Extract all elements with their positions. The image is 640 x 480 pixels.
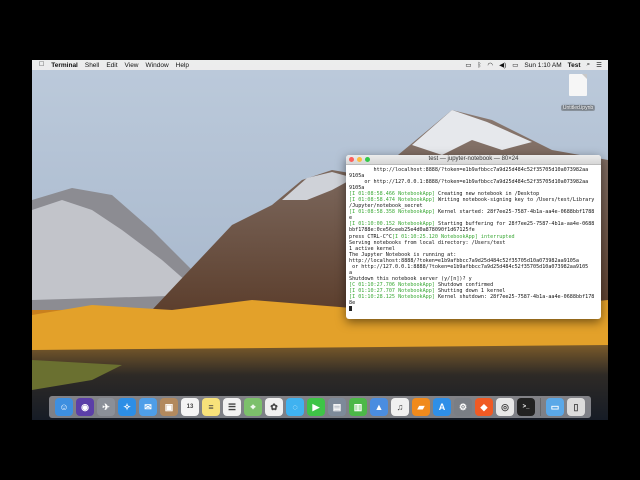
dock: ☺ ◉ ✈ ✧ ✉ ▣ 13 ≡ ☰ ⌖ ✿ ◌ ▶ ▤ ▥ ▲ ♫ ▰ A ⚙ ◆ ◎ >_ ▭ ▯ (49, 396, 591, 418)
terminal-window[interactable]: test — jupyter-notebook — 80×24 http://l… (346, 155, 601, 319)
terminal-line: or http://127.0.0.1:8888/?token=e1b9afbb… (349, 264, 598, 270)
trash-icon[interactable]: ▯ (567, 398, 585, 416)
facetime-icon[interactable]: ▶ (307, 398, 325, 416)
launchpad-icon[interactable]: ✈ (97, 398, 115, 416)
terminal-icon[interactable]: >_ (517, 398, 535, 416)
terminal-output[interactable]: http://localhost:8888/?token=e1b9afbbcc7… (346, 165, 601, 317)
downloads-folder-icon[interactable]: ▭ (546, 398, 564, 416)
spotlight-icon[interactable]: ⌕ (587, 61, 591, 69)
calendar-icon[interactable]: 13 (181, 398, 199, 416)
desktop-file-icon[interactable]: Untitled.ipynb (554, 74, 602, 114)
menu-edit[interactable]: Edit (106, 62, 117, 69)
brave-icon[interactable]: ◆ (475, 398, 493, 416)
menu-app-name[interactable]: Terminal (51, 62, 78, 69)
airplay-icon[interactable]: ▭ (465, 61, 471, 69)
menu-shell[interactable]: Shell (85, 62, 99, 69)
messages-icon[interactable]: ◌ (286, 398, 304, 416)
safari-icon[interactable]: ✧ (118, 398, 136, 416)
log-prefix: [I 01:08:58.358 NotebookApp] (349, 209, 435, 216)
line-text: http://localhost:8888/?token=e1b9afbbcc7… (349, 167, 589, 173)
wifi-icon[interactable]: ◠ (487, 61, 493, 69)
bluetooth-icon[interactable]: ᛒ (478, 62, 482, 69)
apple-icon[interactable]:  (39, 60, 44, 70)
keynote-icon[interactable]: ▲ (370, 398, 388, 416)
itunes-icon[interactable]: ♫ (391, 398, 409, 416)
terminal-line: 8e (349, 300, 598, 306)
terminal-line: or http://127.0.0.1:8888/?token=e1b9afbb… (349, 179, 598, 185)
volume-icon[interactable]: ◀) (499, 61, 506, 69)
terminal-line: [I 01:08:58.358 NotebookApp] Kernel star… (349, 209, 598, 215)
menu-view[interactable]: View (125, 62, 139, 69)
ibooks-icon[interactable]: ▰ (412, 398, 430, 416)
terminal-line: [I 01:10:28.125 NotebookApp] Kernel shut… (349, 294, 598, 300)
menu-bar:  Terminal Shell Edit View Window Help ▭… (32, 60, 608, 70)
desktop-file-label: Untitled.ipynb (560, 105, 596, 111)
log-prefix: [I 01:10:28.125 NotebookApp] (349, 293, 435, 300)
terminal-line: http://localhost:8888/?token=e1b9afbbcc7… (349, 167, 598, 173)
terminal-title: test — jupyter-notebook — 80×24 (428, 156, 519, 162)
dock-separator (540, 398, 541, 416)
line-text: Writing notebook-signing key to /Users/t… (434, 197, 595, 204)
terminal-cursor (349, 306, 352, 312)
line-text: Kernel started: 28f7ee25-7587-4b1a-aa4e-… (434, 209, 595, 216)
siri-icon[interactable]: ◉ (76, 398, 94, 416)
line-text: Kernel shutdown: 28f7ee25-7587-4b1a-aa4e… (434, 293, 595, 300)
notes-icon[interactable]: ≡ (202, 398, 220, 416)
notification-center-icon[interactable]: ☰ (596, 61, 602, 69)
contacts-icon[interactable]: ▣ (160, 398, 178, 416)
maps-icon[interactable]: ⌖ (244, 398, 262, 416)
line-text: or http://127.0.0.1:8888/?token=e1b9afbb… (349, 263, 589, 270)
chrome-icon[interactable]: ◎ (496, 398, 514, 416)
menu-help[interactable]: Help (176, 62, 189, 69)
desktop:  Terminal Shell Edit View Window Help ▭… (32, 60, 608, 420)
photo-booth-icon[interactable]: ▤ (328, 398, 346, 416)
finder-icon[interactable]: ☺ (55, 398, 73, 416)
line-text: or http://127.0.0.1:8888/?token=e1b9afbb… (349, 179, 589, 186)
app-store-icon[interactable]: A (433, 398, 451, 416)
photos-icon[interactable]: ✿ (265, 398, 283, 416)
battery-icon[interactable]: ▭ (512, 61, 518, 69)
document-icon (569, 74, 587, 96)
system-preferences-icon[interactable]: ⚙ (454, 398, 472, 416)
menu-window[interactable]: Window (146, 62, 169, 69)
menu-clock[interactable]: Sun 1:10 AM (524, 62, 561, 69)
numbers-icon[interactable]: ▥ (349, 398, 367, 416)
mail-icon[interactable]: ✉ (139, 398, 157, 416)
reminders-icon[interactable]: ☰ (223, 398, 241, 416)
menu-user[interactable]: Test (568, 62, 581, 69)
terminal-titlebar[interactable]: test — jupyter-notebook — 80×24 (346, 155, 601, 165)
